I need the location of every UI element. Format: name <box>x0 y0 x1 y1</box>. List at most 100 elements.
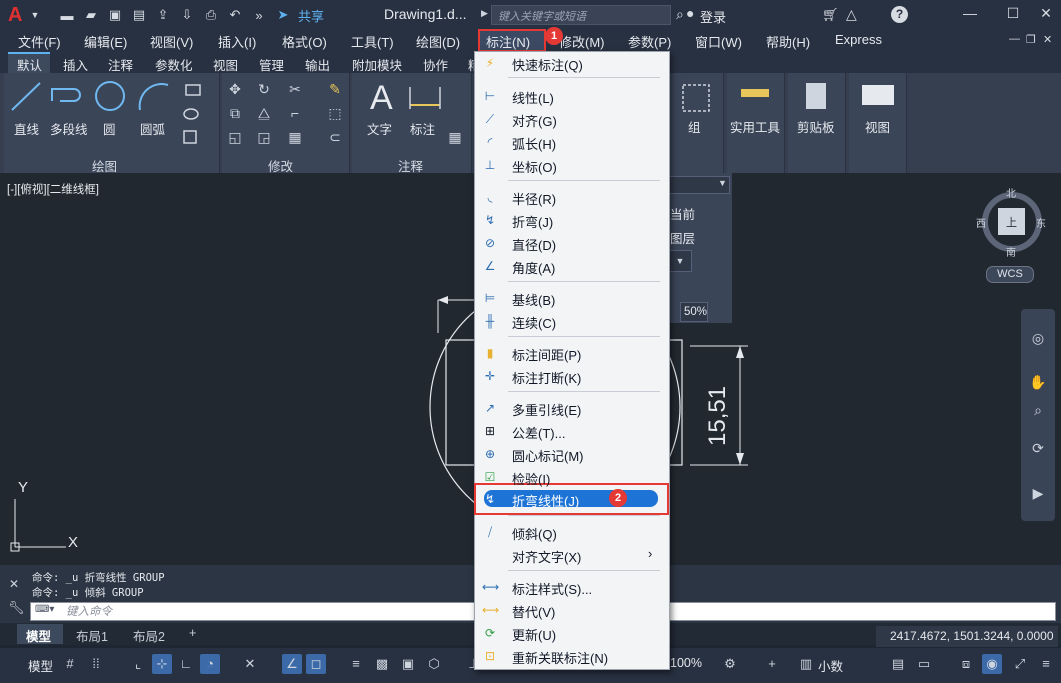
menu-draw[interactable]: 绘图(D) <box>416 32 460 51</box>
menu-item-radius[interactable]: ◟ 半径(R) <box>474 186 670 208</box>
minimize-icon[interactable]: — <box>960 5 980 23</box>
open-folder-icon[interactable]: ▰ <box>82 6 100 24</box>
tab-parametric[interactable]: 参数化 <box>155 55 193 74</box>
menu-view[interactable]: 视图(V) <box>150 32 193 51</box>
search-input[interactable]: 键入关键字或短语 <box>491 5 671 25</box>
menu-item-tolerance[interactable]: ⊞ 公差(T)... <box>474 420 670 442</box>
menu-item-oblique[interactable]: ⧸ 倾斜(Q) <box>474 521 670 543</box>
btn-view[interactable]: 视图 <box>865 117 890 136</box>
doc-minimize-icon[interactable]: — <box>1009 33 1020 45</box>
tab-manage[interactable]: 管理 <box>259 55 284 74</box>
menu-item-jogged-linear[interactable]: ↯ 折弯线性(J) <box>474 488 670 510</box>
btn-utilities[interactable]: 实用工具 <box>730 117 780 136</box>
layer-combo[interactable]: ▼ <box>668 250 692 272</box>
menu-item-continue[interactable]: ╫ 连续(C) <box>474 310 670 332</box>
add-layout-button[interactable]: + <box>189 626 196 640</box>
erase-icon[interactable]: ✎ <box>326 80 344 98</box>
app-logo[interactable]: A <box>8 4 24 27</box>
offset-icon[interactable]: ⬚ <box>326 104 344 122</box>
close-icon[interactable]: ✕ <box>1036 5 1056 23</box>
mirror-icon[interactable]: ⧋ <box>255 104 273 122</box>
snap-icon[interactable]: ⁞⁞ <box>86 654 106 674</box>
save-icon[interactable]: ▣ <box>106 6 124 24</box>
pan-icon[interactable]: ✋ <box>1029 373 1047 391</box>
polar-icon[interactable]: ◔ <box>200 654 220 674</box>
tab-addins[interactable]: 附加模块 <box>352 55 402 74</box>
menu-item-dim-style[interactable]: ⟷ 标注样式(S)... <box>474 576 670 598</box>
compass-west[interactable]: 西 <box>976 215 986 230</box>
object-snap-tracking-icon[interactable]: ∠ <box>282 654 302 674</box>
share-button[interactable]: 共享 <box>298 6 324 25</box>
zoom-level[interactable]: 100% <box>670 656 702 670</box>
move-icon[interactable]: ✥ <box>226 80 244 98</box>
trim-icon[interactable]: ✂ <box>286 80 304 98</box>
btn-dimension[interactable]: 标注 <box>410 119 435 138</box>
zoom-icon[interactable]: ⌕ <box>1029 401 1047 419</box>
compass-south[interactable]: 南 <box>1006 244 1016 259</box>
menu-item-multileader[interactable]: ↗ 多重引线(E) <box>474 397 670 419</box>
tab-layout1[interactable]: 布局1 <box>76 626 108 645</box>
copy-icon[interactable]: ⧉ <box>226 104 244 122</box>
grid-icon[interactable]: # <box>60 654 80 674</box>
compass-east[interactable]: 东 <box>1036 215 1046 230</box>
stretch-icon[interactable]: ◱ <box>226 128 244 146</box>
ortho-icon[interactable]: ∟ <box>176 654 196 674</box>
annotation-monitor-icon[interactable]: + <box>762 654 782 674</box>
menu-insert[interactable]: 插入(I) <box>218 32 256 51</box>
menu-window[interactable]: 窗口(W) <box>695 32 742 51</box>
doc-restore-icon[interactable]: ❐ <box>1026 33 1036 46</box>
showmotion-icon[interactable]: ▶ <box>1029 484 1047 502</box>
tab-collaborate[interactable]: 协作 <box>423 55 448 74</box>
menu-item-inspect[interactable]: ☑ 检验(I) <box>474 466 670 488</box>
menu-modify[interactable]: 修改(M) <box>559 32 605 51</box>
tab-default[interactable]: 默认 <box>17 55 42 74</box>
tab-annotate[interactable]: 注释 <box>108 55 133 74</box>
menu-tools[interactable]: 工具(T) <box>351 32 394 51</box>
tab-view[interactable]: 视图 <box>213 55 238 74</box>
dropdown-arrow-icon[interactable]: ▼ <box>26 6 44 24</box>
tab-layout2[interactable]: 布局2 <box>133 626 165 645</box>
btn-text[interactable]: 文字 <box>367 119 392 138</box>
scale-icon[interactable]: ◲ <box>255 128 273 146</box>
steering-wheel-icon[interactable]: ◎ <box>1029 329 1047 347</box>
menu-help[interactable]: 帮助(H) <box>766 32 810 51</box>
btn-clipboard[interactable]: 剪贴板 <box>797 117 835 136</box>
command-close-icon[interactable]: ✕ <box>9 577 19 591</box>
export-icon[interactable]: ⇪ <box>154 6 172 24</box>
help-icon[interactable]: ? <box>891 6 908 23</box>
menu-item-angular[interactable]: ∠ 角度(A) <box>474 255 670 277</box>
menu-item-jogged[interactable]: ↯ 折弯(J) <box>474 209 670 231</box>
customize-icon[interactable]: ≡ <box>1036 654 1056 674</box>
model-space-button[interactable]: 模型 <box>28 656 53 675</box>
undo-icon[interactable]: ↶ <box>226 6 244 24</box>
transparency-field[interactable]: 50% <box>680 302 708 322</box>
search-icon[interactable]: ⌕ <box>676 6 684 23</box>
3d-osnap-icon[interactable]: ⬡ <box>424 654 444 674</box>
lock-ui-icon[interactable]: ▭ <box>914 654 934 674</box>
menu-item-linear[interactable]: ⊢ 线性(L) <box>474 85 670 107</box>
fillet-icon[interactable]: ⌐ <box>286 104 304 122</box>
menu-dimension[interactable]: 标注(N) <box>486 32 530 51</box>
menu-file[interactable]: 文件(F) <box>18 32 61 51</box>
lineweight-icon[interactable]: ≡ <box>346 654 366 674</box>
btn-group[interactable]: 组 <box>688 117 701 136</box>
save-as-icon[interactable]: ▤ <box>130 6 148 24</box>
cart-icon[interactable]: 🛒︎ <box>822 7 839 23</box>
units-icon[interactable]: ▥ <box>796 654 816 674</box>
rotate-icon[interactable]: ↻ <box>255 80 273 98</box>
menu-item-arc-length[interactable]: ◜ 弧长(H) <box>474 131 670 153</box>
array-icon[interactable]: ▦ <box>286 128 304 146</box>
tab-output[interactable]: 输出 <box>305 55 330 74</box>
btn-circle[interactable]: 圆 <box>103 119 116 138</box>
search-arrow-icon[interactable]: ▶ <box>481 8 488 19</box>
import-icon[interactable]: ⇩ <box>178 6 196 24</box>
dimension-value-text[interactable]: 15,51 <box>704 386 732 446</box>
table-icon[interactable]: ▦ <box>446 128 464 146</box>
tab-model[interactable]: 模型 <box>26 626 51 645</box>
menu-edit[interactable]: 编辑(E) <box>84 32 127 51</box>
share-icon[interactable]: ➤ <box>274 6 292 24</box>
command-prompt-icon[interactable]: ⌨▾ <box>35 604 54 615</box>
coordinate-readout[interactable]: 2417.4672, 1501.3244, 0.0000 <box>876 626 1058 647</box>
clean-screen-icon[interactable]: ⤢ <box>1010 654 1030 674</box>
wcs-button[interactable]: WCS <box>986 266 1034 283</box>
